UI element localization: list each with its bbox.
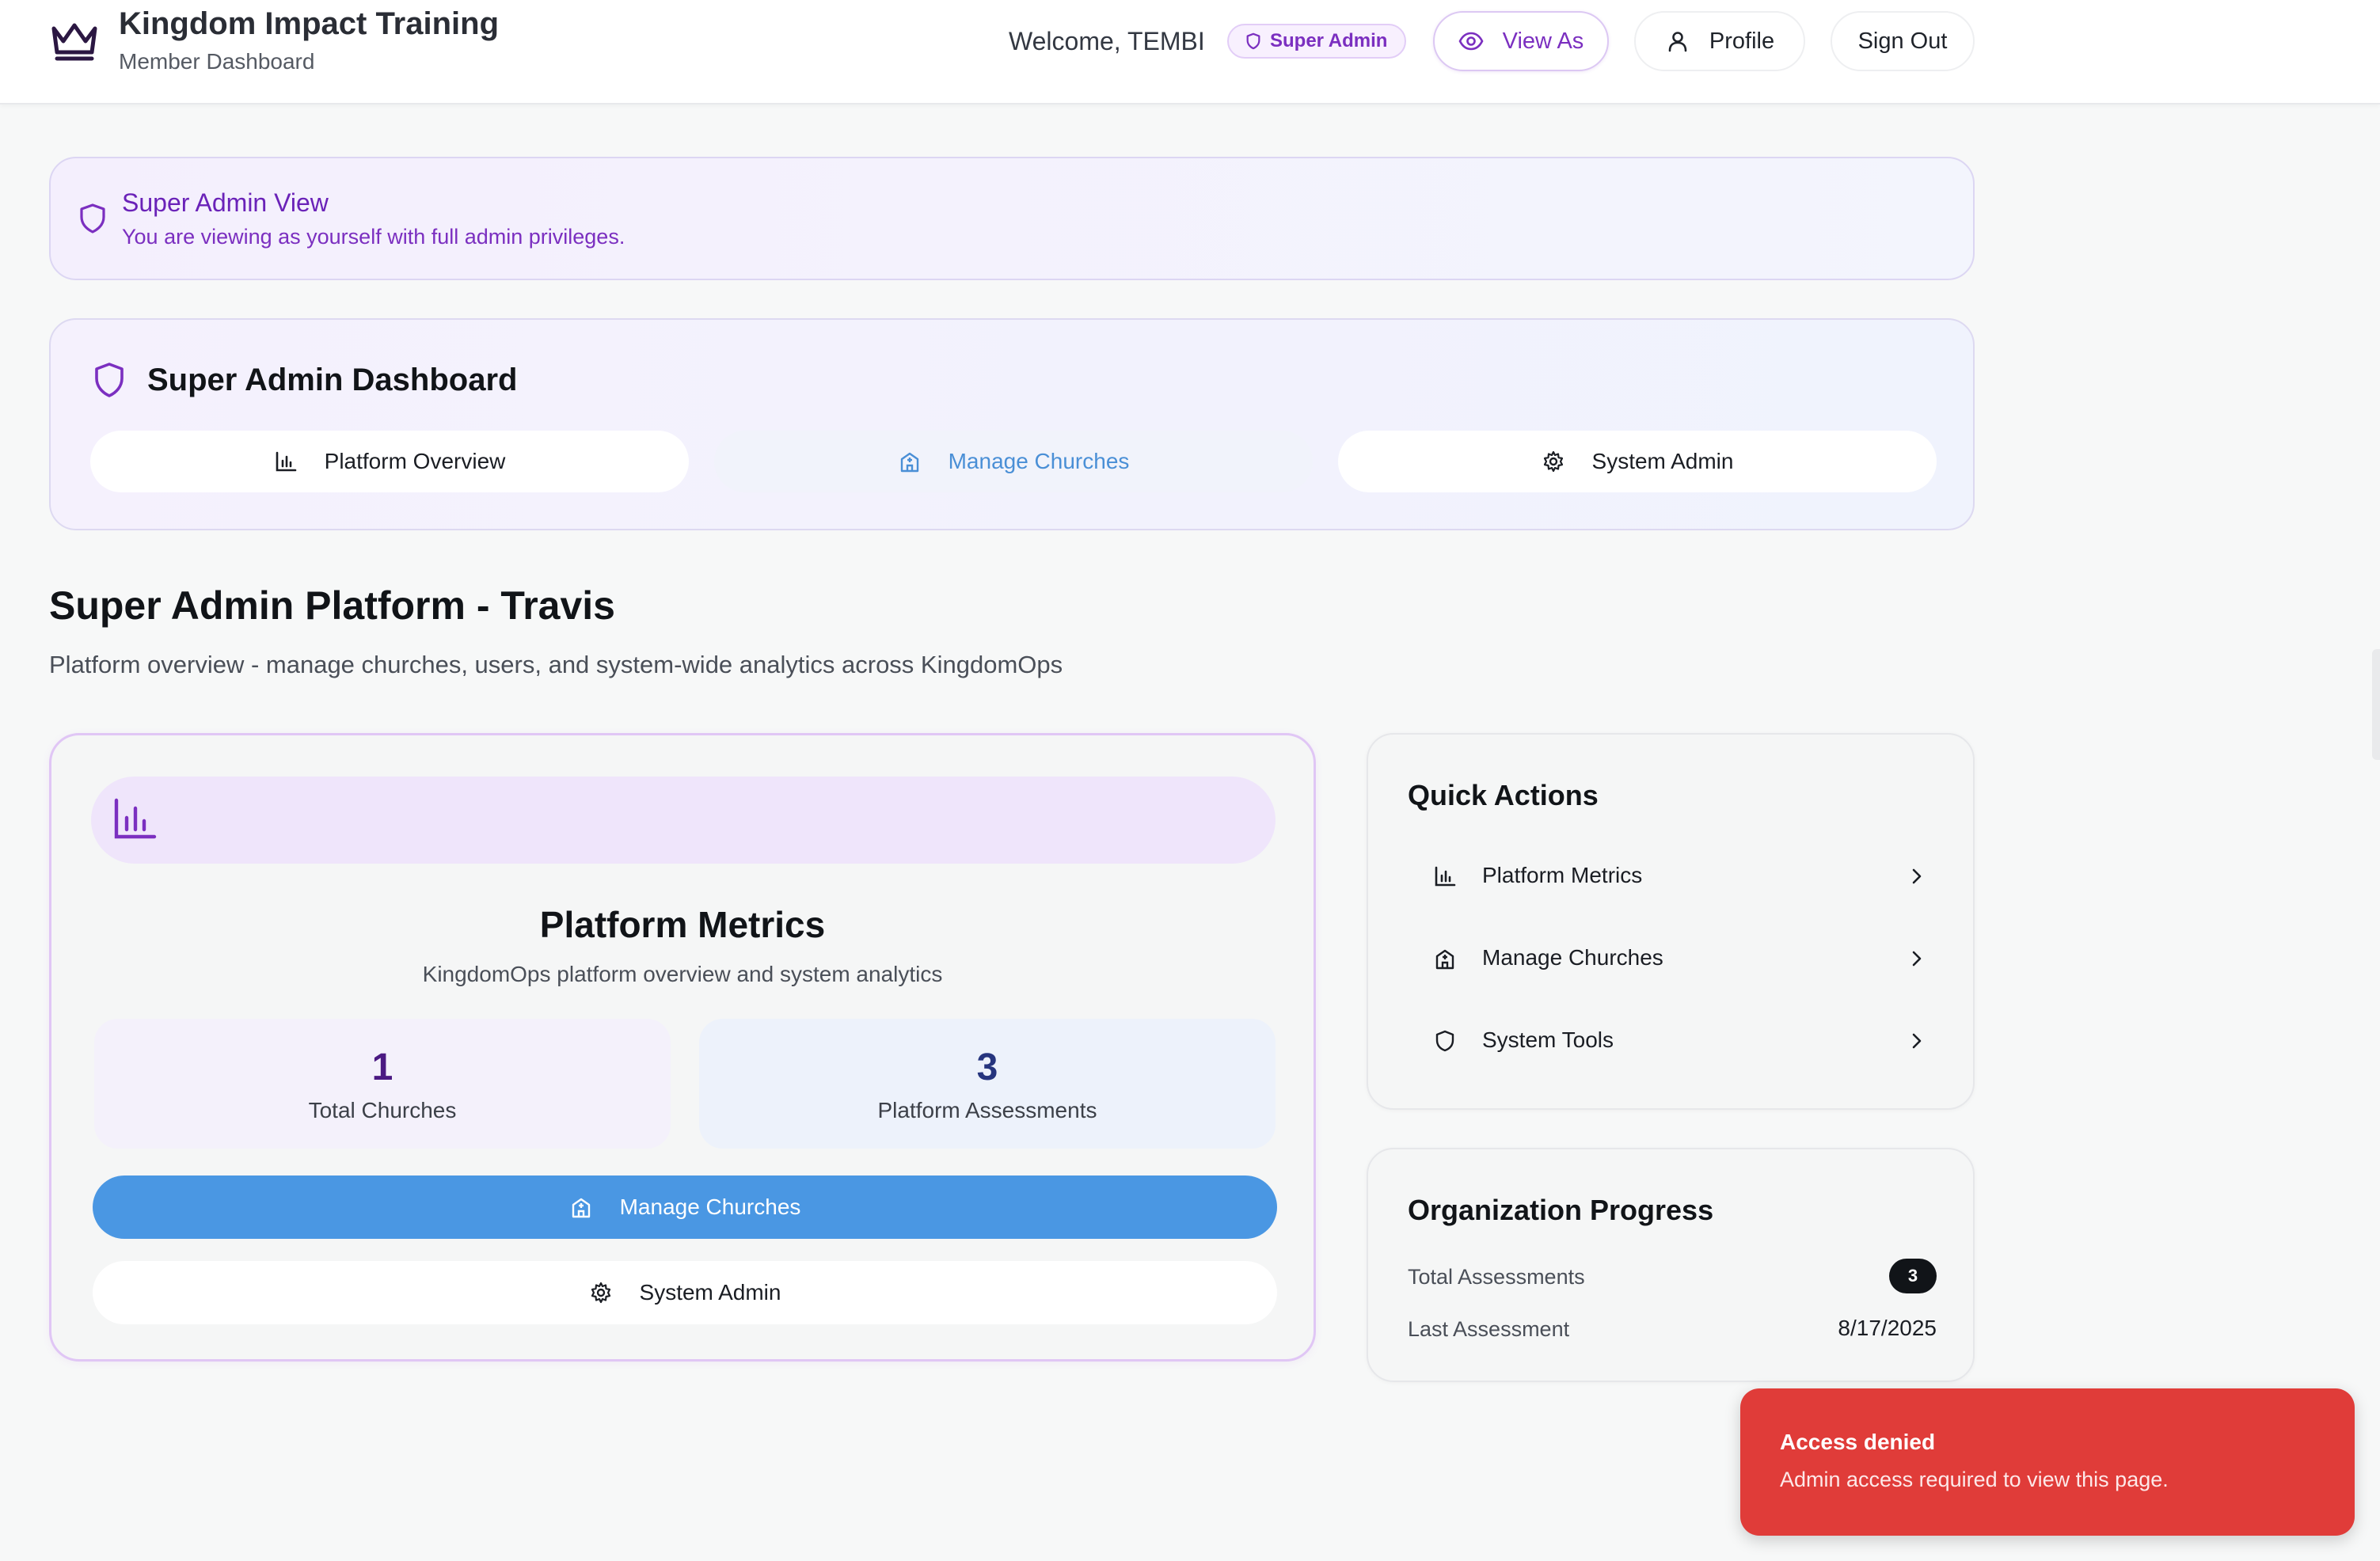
role-badge-label: Super Admin (1270, 30, 1388, 51)
profile-button[interactable]: Profile (1634, 11, 1805, 71)
stat-platform-assessments-label: Platform Assessments (877, 1098, 1097, 1122)
platform-metrics-card: Platform Metrics KingdomOps platform ove… (49, 733, 1316, 1362)
shield-icon (78, 203, 108, 234)
sign-out-label: Sign Out (1857, 28, 1948, 54)
access-denied-toast[interactable]: Access denied Admin access required to v… (1740, 1388, 2355, 1536)
view-as-label: View As (1502, 28, 1584, 54)
quick-action-label: Manage Churches (1482, 945, 1663, 970)
sign-out-button[interactable]: Sign Out (1831, 11, 1975, 71)
quick-actions-title: Quick Actions (1408, 779, 1599, 811)
last-assessment-label: Last Assessment (1408, 1317, 1570, 1341)
gear-icon (589, 1281, 613, 1305)
total-assessments-badge: 3 (1889, 1259, 1937, 1293)
stat-platform-assessments: 3 Platform Assessments (699, 1019, 1276, 1149)
last-assessment-date: 8/17/2025 (1838, 1316, 1937, 1340)
church-icon (1433, 947, 1457, 970)
system-admin-button-label: System Admin (639, 1280, 781, 1305)
manage-churches-button-label: Manage Churches (619, 1194, 801, 1219)
chevron-right-icon (1907, 866, 1927, 887)
quick-action-platform-metrics[interactable]: Platform Metrics (1392, 841, 1949, 912)
manage-churches-button[interactable]: Manage Churches (93, 1175, 1277, 1239)
banner-title: Super Admin View (122, 188, 329, 217)
app-subtitle: Member Dashboard (119, 49, 315, 74)
shield-icon (92, 361, 127, 399)
tab-platform-overview-label: Platform Overview (324, 449, 506, 473)
top-navigation-bar: Kingdom Impact Training Member Dashboard… (0, 0, 2380, 104)
metrics-subtitle: KingdomOps platform overview and system … (422, 962, 943, 986)
super-admin-dashboard-card: Super Admin Dashboard Platform Overview … (49, 318, 1975, 530)
role-badge: Super Admin (1227, 24, 1407, 59)
crown-icon (49, 17, 100, 63)
tab-system-admin[interactable]: System Admin (1338, 431, 1937, 492)
total-assessments-label: Total Assessments (1408, 1265, 1585, 1289)
app-title: Kingdom Impact Training (119, 6, 500, 41)
church-icon (898, 450, 922, 473)
user-icon (1665, 28, 1690, 54)
page-description: Platform overview - manage churches, use… (49, 651, 1063, 678)
page-title: Super Admin Platform - Travis (49, 583, 615, 628)
super-admin-dashboard-title: Super Admin Dashboard (147, 363, 518, 397)
stat-total-churches-value: 1 (371, 1046, 393, 1088)
metrics-hero-banner (91, 777, 1276, 864)
chevron-right-icon (1907, 1031, 1927, 1051)
bar-chart-icon (1433, 864, 1457, 888)
shield-icon (1245, 32, 1262, 50)
toast-title: Access denied (1780, 1430, 1936, 1454)
tab-platform-overview[interactable]: Platform Overview (90, 431, 689, 492)
banner-text: You are viewing as yourself with full ad… (122, 225, 625, 249)
view-as-button[interactable]: View As (1433, 11, 1609, 71)
gear-icon (1542, 450, 1565, 473)
metrics-title: Platform Metrics (539, 904, 826, 945)
quick-actions-card: Quick Actions Platform Metrics Manage Ch… (1367, 733, 1975, 1110)
church-icon (569, 1195, 593, 1219)
quick-action-system-tools[interactable]: System Tools (1392, 1005, 1949, 1077)
welcome-text: Welcome, TEMBI (1009, 27, 1205, 55)
quick-action-label: Platform Metrics (1482, 863, 1643, 887)
bar-chart-icon (274, 450, 298, 473)
organization-progress-card: Organization Progress Total Assessments … (1367, 1148, 1975, 1382)
toast-message: Admin access required to view this page. (1780, 1468, 2169, 1491)
organization-progress-title: Organization Progress (1408, 1194, 1714, 1226)
quick-action-manage-churches[interactable]: Manage Churches (1392, 923, 1949, 994)
quick-action-label: System Tools (1482, 1027, 1614, 1052)
tab-manage-churches-label: Manage Churches (948, 449, 1130, 473)
eye-icon (1458, 28, 1484, 54)
super-admin-view-banner: Super Admin View You are viewing as your… (49, 157, 1975, 280)
tab-system-admin-label: System Admin (1591, 449, 1734, 473)
profile-label: Profile (1709, 28, 1775, 54)
tab-manage-churches[interactable]: Manage Churches (714, 431, 1313, 492)
shield-icon (1433, 1029, 1457, 1053)
scrollbar-edge[interactable] (2372, 649, 2380, 760)
system-admin-button[interactable]: System Admin (93, 1261, 1277, 1324)
stat-total-churches-label: Total Churches (308, 1098, 457, 1122)
chevron-right-icon (1907, 948, 1927, 969)
stat-total-churches: 1 Total Churches (94, 1019, 671, 1149)
stat-platform-assessments-value: 3 (976, 1046, 998, 1088)
